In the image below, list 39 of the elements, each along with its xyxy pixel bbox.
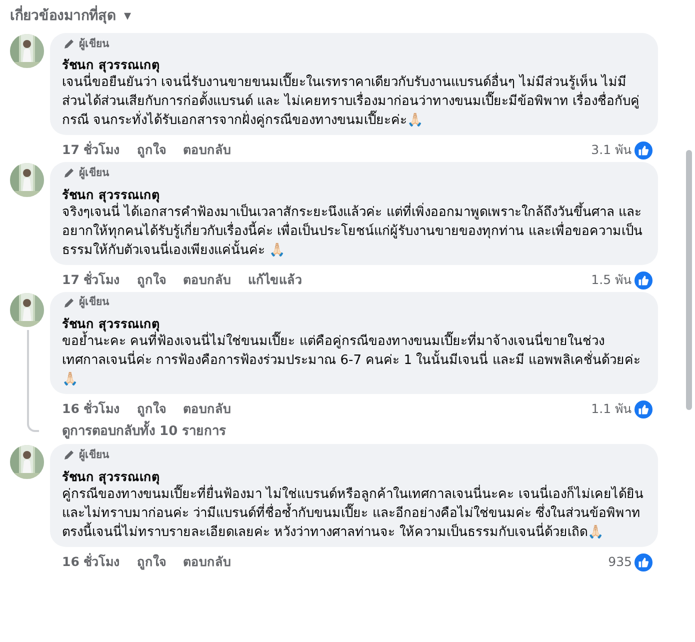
reply-link[interactable]: ตอบกลับ	[182, 141, 231, 160]
comment-text: ขอย้ำนะคะ คนที่ฟ้องเจนนี่ไม่ใช่ขนมเปี๊ยะ แต่คือคู่กรณีของทางขนมเปี๊ยะที่มาจ้างเจนนี่ขายในช่วงเทศกาลเจนนี่ค่ะ การฟ้องคือการฟ้องร่วมประมาณ 6-7 คนค่ะ 1 ในนั้นมีเจนนี่ และมี แอพพลิเคชั่นด้วยค่ะ 🙏🏻	[62, 332, 646, 389]
reply-link[interactable]: ตอบกลับ	[182, 400, 231, 419]
like-count[interactable]: 1.1 พัน	[591, 400, 632, 419]
like-link[interactable]: ถูกใจ	[136, 270, 166, 290]
timestamp[interactable]: 16 ชั่วโมง	[62, 400, 120, 419]
comment-text: เจนนี่ขอยืนยันว่า เจนนี่รับงานขายขนมเปี๊ยะในเรทราคาเดียวกับรับงานแบรนด์อื่นๆ ไม่มีส่วนรู้เห็น ไม่มีส่วนได้ส่วนเสียกับการก่อตั้งแบรนด์ และ ไม่เคยทราบเรื่องมาก่อนว่าทางขนมเปี๊ยะมีข้อพิพาท เรื่องชื่อกับคู่กรณี จนกระทั่งได้รับเอกสารจากฝั่งคู่กรณีของทางขนมเปี๊ยะค่ะ🙏🏻	[62, 73, 646, 130]
pencil-icon	[62, 38, 76, 50]
comment-text: จริงๆเจนนี่ ได้เอกสารคำฟ้องมาเป็นเวลาสักระยะนึงแล้วค่ะ แต่ที่เพิ่งออกมาพูดเพราะใกล้ถึงวันขึ้นศาล และอยากให้ทุกคนได้รับรู้เกี่ยวกับเรื่องนี้ค่ะ เพื่อเป็นประโยชน์แก่ผู้รับงานขายของทุกท่าน และเพื่อขอความเป็นธรรมให้กับตัวเจนนี่เองเพียงแค่นั้นค่ะ 🙏🏻	[62, 202, 646, 260]
thumbs-up-icon	[634, 400, 653, 419]
view-replies-link[interactable]: ดูการตอบกลับทั้ง 10 รายการ	[62, 422, 226, 442]
author-name[interactable]: รัชนก สุวรรณเกตุ	[62, 468, 160, 484]
thumbs-up-icon	[634, 141, 653, 160]
comment-text: คู่กรณีของทางขนมเปี๊ยะที่ยื่นฟ้องมา ไม่ใช่แบรนด์หรือลูกค้าในเทศกาลเจนนี่นะคะ เจนนี่เองก็ไม่เคยได้ยินและไม่ทราบมาก่อนค่ะ ว่ามีแบรนด์ที่ชื่อซ้ำกับขนมเปี๊ยะ และอีกอย่างคือไม่ใช่ขนมค่ะ ซึ่งในส่วนข้อพิพาทตรงนี้เจนนี่ไม่ทราบรายละเอียดเลยค่ะ หวังว่าทางศาลท่านจะ ให้ความเป็นธรรมกับเจนนี่ด้วยเถิด🙏🏻	[62, 484, 646, 542]
author-name[interactable]: รัชนก สุวรรณเกตุ	[62, 316, 160, 331]
author-name[interactable]: รัชนก สุวรรณเกตุ	[62, 186, 160, 202]
like-count[interactable]: 1.5 พัน	[591, 270, 632, 290]
like-link[interactable]: ถูกใจ	[136, 400, 166, 419]
pencil-icon	[62, 449, 76, 462]
reply-link[interactable]: ตอบกลับ	[182, 270, 231, 290]
reply-link[interactable]: ตอบกลับ	[182, 552, 231, 572]
like-count[interactable]: 935	[608, 552, 632, 572]
author-label: ผู้เขียน	[79, 166, 109, 181]
like-link[interactable]: ถูกใจ	[136, 141, 166, 160]
author-label: ผู้เขียน	[79, 36, 109, 52]
pencil-icon	[62, 296, 76, 308]
pencil-icon	[62, 167, 76, 180]
sort-menu[interactable]: เกี่ยวข้องมากที่สุด ▾	[10, 6, 132, 27]
timestamp[interactable]: 17 ชั่วโมง	[62, 270, 120, 290]
thumbs-up-icon	[634, 552, 653, 572]
timestamp[interactable]: 16 ชั่วโมง	[62, 552, 120, 572]
author-label: ผู้เขียน	[79, 295, 109, 310]
timestamp[interactable]: 17 ชั่วโมง	[62, 141, 120, 160]
author-name[interactable]: รัชนก สุวรรณเกตุ	[62, 57, 160, 72]
author-label: ผู้เขียน	[79, 448, 109, 463]
like-link[interactable]: ถูกใจ	[136, 552, 166, 572]
thumbs-up-icon	[634, 270, 653, 290]
like-count[interactable]: 3.1 พัน	[591, 141, 632, 160]
edited-label: แก้ไขแล้ว	[248, 270, 302, 289]
